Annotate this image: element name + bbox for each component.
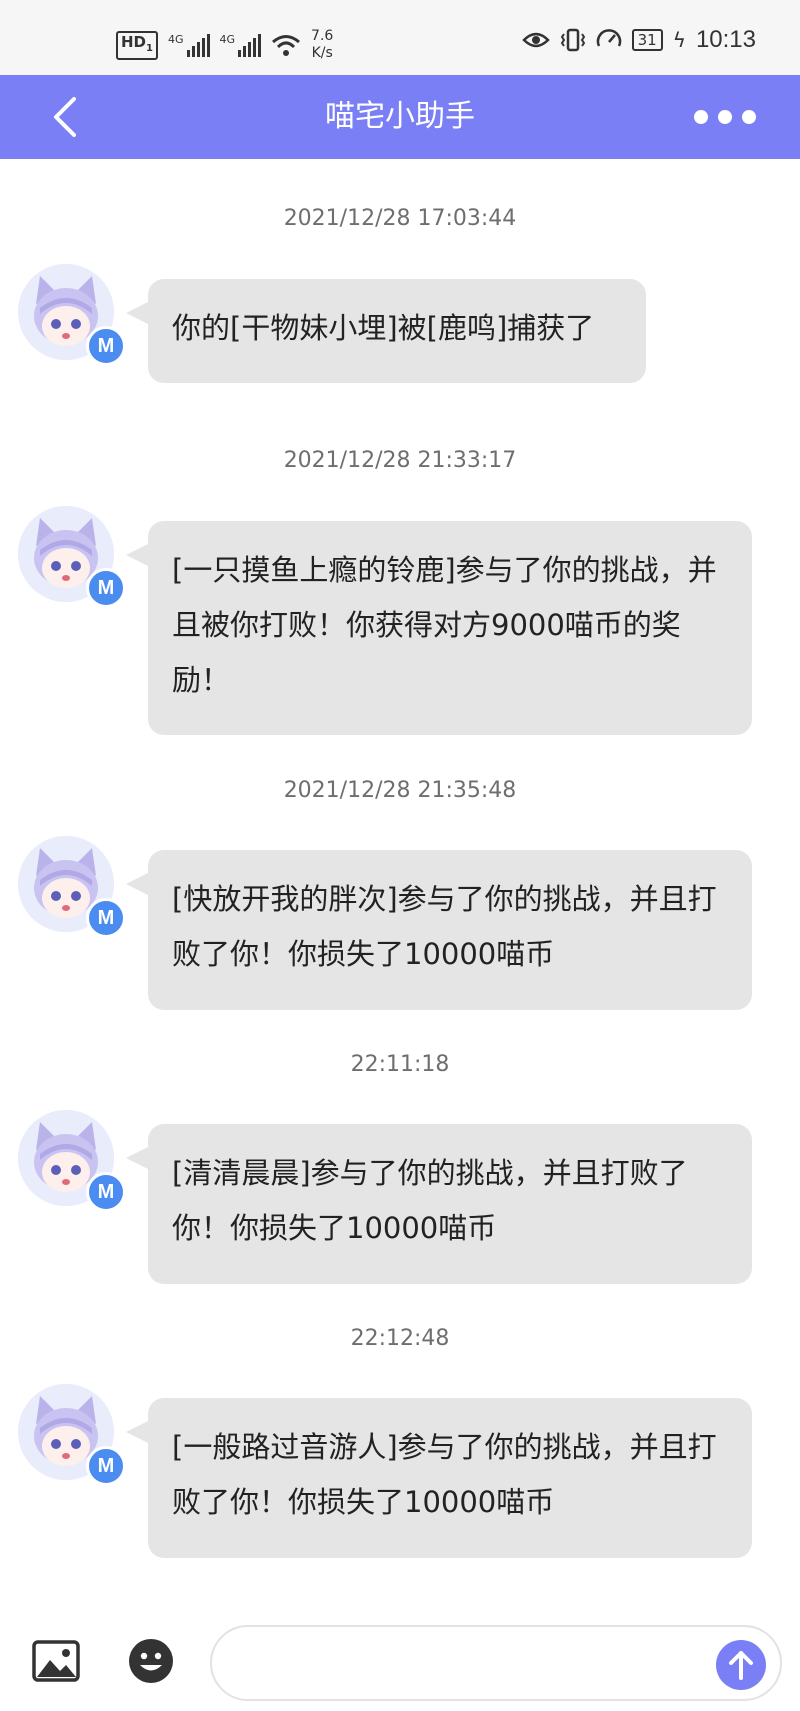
message-input[interactable] — [210, 1625, 782, 1701]
message-bubble[interactable]: [一只摸鱼上瘾的铃鹿]参与了你的挑战，并且被你打败！你获得对方9000喵币的奖励… — [126, 521, 752, 735]
wifi-icon — [272, 35, 301, 56]
signal-icon: 4G — [168, 33, 210, 57]
avatar[interactable]: M — [18, 264, 126, 366]
net-speed: 7.6 K/s — [311, 28, 334, 61]
eye-icon — [521, 32, 550, 48]
emoji-icon — [129, 1639, 173, 1683]
page-title: 喵宅小助手 — [325, 99, 475, 134]
status-bar: HD1 4G 4G 7.6 K/s 31 ϟ 10:13 — [0, 0, 800, 75]
message-text: [快放开我的胖次]参与了你的挑战，并且打败了你！你损失了10000喵币 — [172, 882, 717, 971]
avatar[interactable]: M — [18, 506, 126, 608]
avatar[interactable]: M — [18, 836, 126, 938]
image-icon — [32, 1640, 80, 1682]
charging-icon: ϟ — [672, 28, 686, 52]
message-text: [一般路过音游人]参与了你的挑战，并且打败了你！你损失了10000喵币 — [172, 1430, 717, 1519]
message-text: 你的[干物妹小埋]被[鹿鸣]捕获了 — [172, 311, 595, 345]
message-text: [清清晨晨]参与了你的挑战，并且打败了你！你损失了10000喵币 — [172, 1156, 688, 1245]
m-badge: M — [86, 898, 126, 938]
arrow-up-icon — [729, 1651, 753, 1680]
more-dots-icon — [694, 110, 708, 124]
message-timestamp: 2021/12/28 21:35:48 — [283, 778, 517, 803]
avatar[interactable]: M — [18, 1384, 126, 1486]
speedometer-icon — [596, 29, 621, 47]
message-timestamp: 2021/12/28 21:33:17 — [283, 448, 517, 473]
signal-icon-2: 4G — [220, 33, 262, 57]
message-timestamp: 22:11:18 — [350, 1052, 450, 1077]
avatar[interactable]: M — [18, 1110, 126, 1212]
m-badge: M — [86, 568, 126, 608]
hd-indicator: HD1 — [116, 30, 158, 60]
message-bubble[interactable]: [一般路过音游人]参与了你的挑战，并且打败了你！你损失了10000喵币 — [126, 1398, 752, 1558]
battery-icon: 31 — [631, 29, 663, 51]
m-badge: M — [86, 1172, 126, 1212]
m-badge: M — [86, 326, 126, 366]
clock: 10:13 — [695, 26, 756, 53]
status-right: 31 ϟ 10:13 — [521, 26, 756, 54]
chat-header: 喵宅小助手 — [0, 75, 800, 159]
input-bar — [0, 1610, 800, 1711]
message-timestamp: 22:12:48 — [350, 1326, 450, 1351]
more-button[interactable] — [694, 105, 756, 129]
message-bubble[interactable]: 你的[干物妹小埋]被[鹿鸣]捕获了 — [126, 279, 646, 383]
vibrate-icon — [560, 28, 585, 52]
status-left: HD1 4G 4G 7.6 K/s — [116, 28, 333, 62]
message-timestamp: 2021/12/28 17:03:44 — [283, 206, 517, 231]
message-bubble[interactable]: [清清晨晨]参与了你的挑战，并且打败了你！你损失了10000喵币 — [126, 1124, 752, 1284]
emoji-button[interactable] — [128, 1638, 174, 1684]
m-badge: M — [86, 1446, 126, 1486]
image-button[interactable] — [32, 1640, 80, 1682]
message-text: [一只摸鱼上瘾的铃鹿]参与了你的挑战，并且被你打败！你获得对方9000喵币的奖励… — [172, 553, 717, 697]
message-bubble[interactable]: [快放开我的胖次]参与了你的挑战，并且打败了你！你损失了10000喵币 — [126, 850, 752, 1010]
send-button[interactable] — [716, 1640, 766, 1690]
